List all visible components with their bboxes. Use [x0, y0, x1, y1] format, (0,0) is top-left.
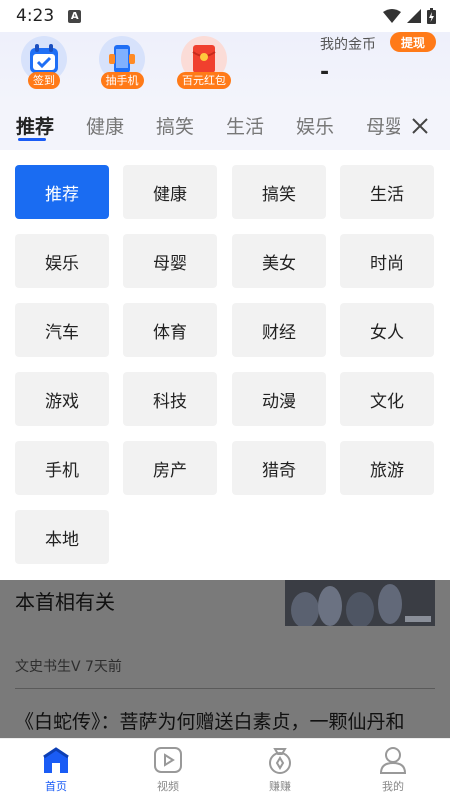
status-time: 4:23: [16, 6, 55, 26]
category-finance[interactable]: 财经: [232, 303, 326, 357]
category-mother-baby[interactable]: 母婴: [123, 234, 217, 288]
feed-article-title: 本首相有关: [15, 590, 115, 614]
category-local[interactable]: 本地: [15, 510, 109, 564]
battery-icon: [427, 8, 436, 24]
category-beauty[interactable]: 美女: [232, 234, 326, 288]
category-entertainment[interactable]: 娱乐: [15, 234, 109, 288]
profile-icon: [379, 747, 407, 774]
nav-video-label: 视频: [157, 780, 179, 793]
tab-health[interactable]: 健康: [86, 112, 124, 139]
notification-icon: A: [68, 9, 82, 23]
news-feed-dimmed: 本首相有关 文史书生V 7天前 《白蛇传》：菩萨为何赠送白素贞，一颗仙丹和: [0, 580, 450, 738]
red-envelope-button[interactable]: 百元红包: [174, 36, 234, 94]
red-envelope-label: 百元红包: [177, 72, 231, 89]
feed-divider: [15, 688, 435, 689]
category-women[interactable]: 女人: [340, 303, 434, 357]
nav-video[interactable]: 视频: [138, 745, 198, 794]
nav-home[interactable]: 首页: [26, 745, 86, 794]
close-categories-button[interactable]: [400, 108, 440, 144]
checkin-button[interactable]: 签到: [14, 36, 74, 94]
nav-profile-label: 我的: [382, 780, 404, 793]
close-icon: [412, 118, 428, 134]
signal-icon: [407, 9, 421, 23]
nav-home-label: 首页: [45, 780, 67, 793]
category-funny[interactable]: 搞笑: [232, 165, 326, 219]
coin-label: 我的金币: [320, 37, 376, 53]
status-bar: 4:23 A: [0, 0, 450, 32]
nav-earn-label: 赚赚: [269, 780, 291, 793]
category-fashion[interactable]: 时尚: [340, 234, 434, 288]
category-panel: 推荐 健康 搞笑 生活 娱乐 母婴 美女 时尚 汽车 体育 财经 女人 游戏 科…: [0, 150, 450, 580]
category-life[interactable]: 生活: [340, 165, 434, 219]
lottery-phone-button[interactable]: 抽手机: [92, 36, 152, 94]
wifi-icon: [383, 9, 401, 23]
category-anime[interactable]: 动漫: [232, 372, 326, 426]
home-icon: [43, 747, 69, 773]
category-curiosities[interactable]: 猎奇: [232, 441, 326, 495]
tab-funny[interactable]: 搞笑: [156, 112, 194, 139]
category-car[interactable]: 汽车: [15, 303, 109, 357]
checkin-label: 签到: [28, 72, 60, 89]
withdraw-button[interactable]: 提现: [390, 32, 436, 52]
category-sports[interactable]: 体育: [123, 303, 217, 357]
category-culture[interactable]: 文化: [340, 372, 434, 426]
category-tech[interactable]: 科技: [123, 372, 217, 426]
nav-profile[interactable]: 我的: [363, 745, 423, 794]
video-icon: [154, 747, 182, 773]
header: 签到 抽手机 百元红包 我的金币 提现 -: [0, 32, 450, 102]
feed-article-title-next: 《白蛇传》：菩萨为何赠送白素贞，一颗仙丹和: [15, 711, 405, 733]
coin-bag-icon: [269, 748, 291, 774]
category-real-estate[interactable]: 房产: [123, 441, 217, 495]
category-games[interactable]: 游戏: [15, 372, 109, 426]
feed-article-meta: 文史书生V 7天前: [15, 659, 122, 675]
bottom-navigation: 首页 视频 赚赚 我的: [0, 738, 450, 800]
tab-entertainment[interactable]: 娱乐: [296, 112, 334, 139]
tab-mother-baby[interactable]: 母婴: [366, 112, 404, 139]
coin-value: -: [320, 60, 330, 85]
tab-life[interactable]: 生活: [226, 112, 264, 139]
feed-article-thumbnail: [285, 580, 435, 626]
category-recommend[interactable]: 推荐: [15, 165, 109, 219]
active-tab-indicator: [18, 138, 46, 141]
category-phones[interactable]: 手机: [15, 441, 109, 495]
lottery-phone-label: 抽手机: [100, 72, 144, 89]
nav-earn[interactable]: 赚赚: [250, 745, 310, 794]
category-tabs: 推荐 健康 搞笑 生活 娱乐 母婴: [0, 102, 450, 150]
category-travel[interactable]: 旅游: [340, 441, 434, 495]
category-health[interactable]: 健康: [123, 165, 217, 219]
tab-recommend[interactable]: 推荐: [16, 112, 54, 139]
